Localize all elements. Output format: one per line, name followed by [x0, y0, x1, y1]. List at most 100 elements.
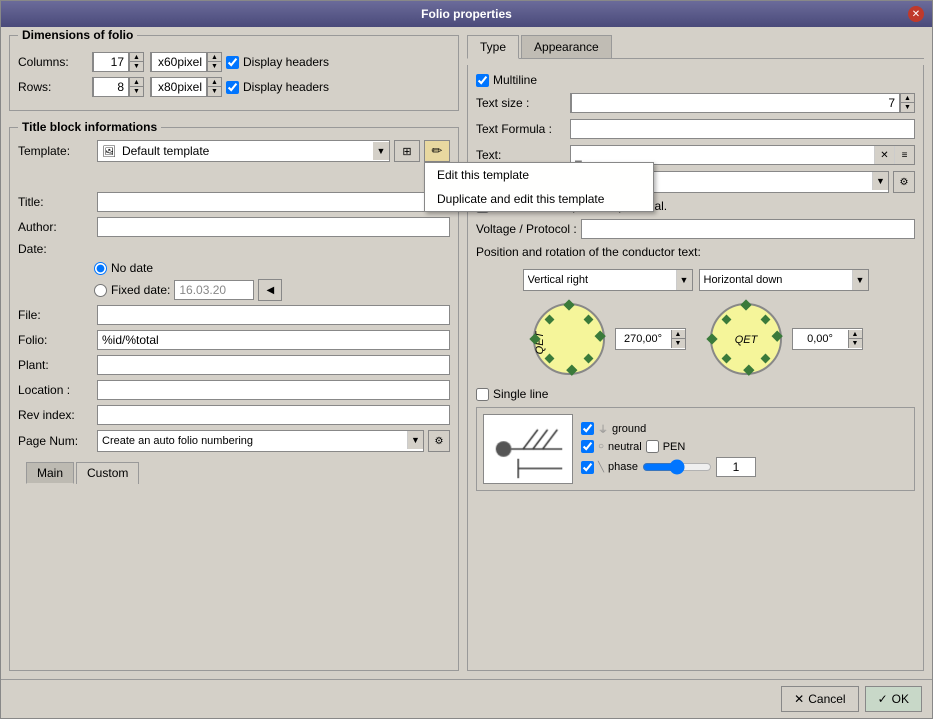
voltage-input[interactable]: [581, 219, 915, 239]
multiline-row: Multiline: [476, 73, 915, 87]
text-size-spinner[interactable]: 7 ▲ ▼: [570, 93, 915, 113]
columns-unit-up[interactable]: ▲: [207, 53, 221, 62]
ok-button[interactable]: ✓ OK: [865, 686, 922, 712]
text-size-down[interactable]: ▼: [900, 103, 914, 112]
edit-template-item[interactable]: Edit this template: [425, 163, 653, 187]
location-input[interactable]: [97, 380, 450, 400]
position-label: Position and rotation of the conductor t…: [476, 245, 701, 259]
rows-down[interactable]: ▼: [129, 87, 143, 96]
page-num-input[interactable]: Create an auto folio numbering: [98, 431, 407, 451]
text-options-btn[interactable]: ≡: [894, 146, 914, 164]
phase-checkbox[interactable]: [581, 461, 594, 474]
multiline-checkbox[interactable]: [476, 74, 489, 87]
rows-unit-spinner[interactable]: x80pixel ▲ ▼: [150, 77, 222, 97]
left-angle-up[interactable]: ▲: [671, 330, 685, 339]
template-edit-btn[interactable]: ✏: [424, 140, 450, 162]
plant-input[interactable]: [97, 355, 450, 375]
right-angle-down[interactable]: ▼: [848, 339, 862, 348]
folio-input[interactable]: %id/%total: [97, 330, 450, 350]
auto-numbering-settings[interactable]: ⚙: [893, 171, 915, 193]
vertical-select-wrapper[interactable]: Vertical right ▼: [523, 269, 693, 291]
right-tabs: Type Appearance: [467, 35, 924, 59]
rows-unit-down[interactable]: ▼: [207, 87, 221, 96]
columns-unit-spinner[interactable]: x60pixel ▲ ▼: [150, 52, 222, 72]
duplicate-template-item[interactable]: Duplicate and edit this template: [425, 187, 653, 211]
file-input[interactable]: [97, 305, 450, 325]
auto-numbering-dropdown[interactable]: ▼: [872, 172, 888, 190]
columns-spinner[interactable]: 17 ▲ ▼: [92, 52, 144, 72]
fixed-date-radio-label[interactable]: Fixed date:: [94, 283, 170, 297]
neutral-checkbox[interactable]: [581, 440, 594, 453]
text-size-up[interactable]: ▲: [900, 94, 914, 103]
left-circle-svg: QET: [529, 299, 609, 379]
left-angle-spinner[interactable]: 270,00° ▲ ▼: [615, 328, 686, 350]
ground-icon: ⏚: [598, 421, 608, 436]
template-input[interactable]: Default template: [120, 141, 373, 161]
template-combo[interactable]: 🖼 Default template ▼: [97, 140, 390, 162]
rev-index-input[interactable]: [97, 405, 450, 425]
location-row: Location :: [18, 380, 450, 400]
type-tab[interactable]: Type: [467, 35, 519, 59]
text-size-input[interactable]: 7: [571, 93, 900, 113]
no-date-radio-label[interactable]: No date: [94, 261, 450, 275]
columns-down[interactable]: ▼: [129, 62, 143, 71]
fixed-date-radio[interactable]: [94, 284, 107, 297]
columns-unit-input[interactable]: x60pixel: [151, 52, 207, 72]
edit-btn-wrapper: ✏ Edit this template Duplicate and edit …: [424, 140, 450, 162]
columns-header-checkbox[interactable]: [226, 56, 239, 69]
multiline-checkbox-label[interactable]: Multiline: [476, 73, 537, 87]
template-row: Template: 🖼 Default template ▼ ⊞ ✏: [18, 140, 450, 162]
vertical-dropdown-btn[interactable]: ▼: [676, 270, 692, 290]
page-num-combo[interactable]: Create an auto folio numbering ▼: [97, 430, 424, 452]
single-line-checkbox[interactable]: [476, 388, 489, 401]
text-formula-input[interactable]: [570, 119, 915, 139]
rows-header-checkbox[interactable]: [226, 81, 239, 94]
page-num-settings-btn[interactable]: ⚙: [428, 430, 450, 452]
rows-header-label: Display headers: [243, 80, 329, 94]
page-num-dropdown-btn[interactable]: ▼: [407, 431, 423, 449]
phase-slider[interactable]: [642, 460, 712, 474]
author-row: Author:: [18, 217, 450, 237]
title-input[interactable]: [97, 192, 450, 212]
right-angle-input[interactable]: 0,00°: [793, 329, 848, 349]
ground-label: ground: [612, 423, 646, 435]
horizontal-input[interactable]: Horizontal down: [700, 270, 852, 290]
left-angle-input[interactable]: 270,00°: [616, 329, 671, 349]
vertical-input[interactable]: Vertical right: [524, 270, 676, 290]
phase-count-input[interactable]: 1: [716, 457, 756, 477]
rows-up[interactable]: ▲: [129, 78, 143, 87]
tab-custom[interactable]: Custom: [76, 462, 139, 484]
columns-input[interactable]: 17: [93, 52, 129, 72]
cancel-icon: ✕: [794, 692, 804, 706]
rows-unit-input[interactable]: x80pixel: [151, 77, 207, 97]
rows-unit-up[interactable]: ▲: [207, 78, 221, 87]
right-angle-up[interactable]: ▲: [848, 330, 862, 339]
close-button[interactable]: ✕: [908, 6, 924, 22]
ground-checkbox[interactable]: [581, 422, 594, 435]
appearance-tab[interactable]: Appearance: [521, 35, 612, 58]
date-picker-btn[interactable]: ◀: [258, 279, 282, 301]
cancel-button[interactable]: ✕ Cancel: [781, 686, 858, 712]
no-date-radio[interactable]: [94, 262, 107, 275]
fixed-date-input[interactable]: 16.03.20: [174, 280, 254, 300]
pen-checkbox[interactable]: [646, 440, 659, 453]
columns-unit-down[interactable]: ▼: [207, 62, 221, 71]
ground-check-row: ⏚ ground: [581, 421, 756, 436]
rows-input[interactable]: 8: [93, 77, 129, 97]
folio-properties-dialog: Folio properties ✕ Dimensions of folio C…: [0, 0, 933, 719]
horizontal-dropdown-btn[interactable]: ▼: [852, 270, 868, 290]
tab-main[interactable]: Main: [26, 462, 74, 484]
text-clear-btn[interactable]: ✕: [874, 146, 894, 164]
template-view-btn[interactable]: ⊞: [394, 140, 420, 162]
rows-spinner[interactable]: 8 ▲ ▼: [92, 77, 144, 97]
horizontal-select-wrapper[interactable]: Horizontal down ▼: [699, 269, 869, 291]
template-dropdown-btn[interactable]: ▼: [373, 142, 389, 160]
author-input[interactable]: [97, 217, 450, 237]
left-angle-down[interactable]: ▼: [671, 339, 685, 348]
columns-up[interactable]: ▲: [129, 53, 143, 62]
right-angle-spinner[interactable]: 0,00° ▲ ▼: [792, 328, 863, 350]
single-line-label[interactable]: Single line: [476, 387, 548, 401]
location-label: Location :: [18, 383, 93, 397]
dimensions-title: Dimensions of folio: [18, 28, 137, 42]
left-angle-btns: ▲ ▼: [671, 330, 685, 348]
